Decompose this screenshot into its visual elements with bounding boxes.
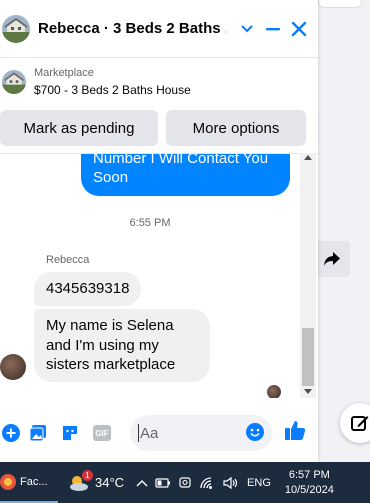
close-icon[interactable] [286, 16, 312, 42]
wifi-icon[interactable] [199, 476, 215, 490]
browser-app-icon [0, 473, 16, 490]
photo-icon[interactable] [22, 424, 54, 442]
scrollbar[interactable] [300, 153, 316, 398]
message-composer: GIF [0, 410, 318, 456]
chevron-down-icon[interactable] [234, 16, 260, 42]
battery-icon[interactable] [155, 477, 171, 488]
plus-circle-icon[interactable] [0, 424, 22, 442]
gif-label: GIF [93, 425, 111, 441]
scrollbar-thumb[interactable] [302, 328, 314, 386]
scroll-up-arrow-icon[interactable] [304, 155, 312, 160]
marketplace-listing[interactable]: Marketplace $700 - 3 Beds 2 Baths House [0, 58, 318, 106]
meet-now-icon[interactable] [178, 476, 192, 490]
windows-taskbar: Fac... 1 34°C ENG 6:57 PM 10/5/2024 [0, 462, 370, 503]
message-input[interactable] [138, 424, 238, 442]
taskbar-weather[interactable]: 1 34°C [67, 469, 125, 492]
thumbs-up-icon[interactable] [284, 419, 306, 446]
sender-avatar[interactable] [0, 354, 26, 380]
message-thread: Number I Will Contact You Soon 6:55 PM R… [0, 153, 318, 398]
taskbar-clock[interactable]: 6:57 PM 10/5/2024 [285, 468, 334, 498]
chat-title[interactable]: Rebecca · 3 Beds 2 Baths ... [38, 20, 226, 37]
listing-thumbnail [2, 70, 26, 94]
listing-actions: Mark as pending More options [0, 106, 318, 146]
mark-as-pending-button[interactable]: Mark as pending [0, 110, 158, 146]
incoming-message: 4345639318 [34, 272, 142, 306]
taskbar-app-label: Fac... [20, 475, 48, 488]
share-arrow-icon [324, 252, 340, 266]
scroll-down-arrow-icon[interactable] [304, 389, 312, 394]
more-options-button[interactable]: More options [166, 110, 306, 146]
chat-header: Rebecca · 3 Beds 2 Baths ... [0, 0, 318, 58]
incoming-message: My name is Selena and I'm using my siste… [34, 309, 210, 382]
chat-window: Rebecca · 3 Beds 2 Baths ... Marketplace… [0, 0, 318, 462]
marketplace-label: Marketplace [34, 67, 94, 79]
chevron-up-icon[interactable] [136, 479, 148, 487]
outgoing-message: Number I Will Contact You Soon [81, 154, 290, 196]
taskbar-app-facebook[interactable]: Fac... [0, 462, 58, 503]
listing-avatar[interactable] [2, 14, 30, 43]
minimize-icon[interactable] [260, 16, 286, 42]
background-page [318, 0, 370, 462]
emoji-icon[interactable] [246, 423, 264, 446]
seen-indicator-avatar [267, 385, 281, 398]
background-panel-edge [318, 0, 362, 8]
weather-notification-badge: 1 [82, 469, 93, 481]
listing-title: $700 - 3 Beds 2 Baths House [34, 83, 191, 97]
temperature: 34°C [95, 475, 125, 490]
input-language[interactable]: ENG [247, 477, 271, 489]
system-tray: ENG [136, 476, 271, 490]
gif-icon[interactable]: GIF [86, 425, 118, 441]
share-button[interactable] [314, 241, 350, 277]
sender-name: Rebecca [46, 254, 90, 266]
sticker-icon[interactable] [54, 424, 86, 442]
time-separator: 6:55 PM [129, 217, 171, 229]
clock-time: 6:57 PM [288, 468, 330, 481]
speaker-icon[interactable] [222, 476, 240, 490]
compose-icon [351, 416, 369, 431]
message-input-wrapper [130, 415, 272, 451]
clock-date: 10/5/2024 [284, 483, 334, 496]
